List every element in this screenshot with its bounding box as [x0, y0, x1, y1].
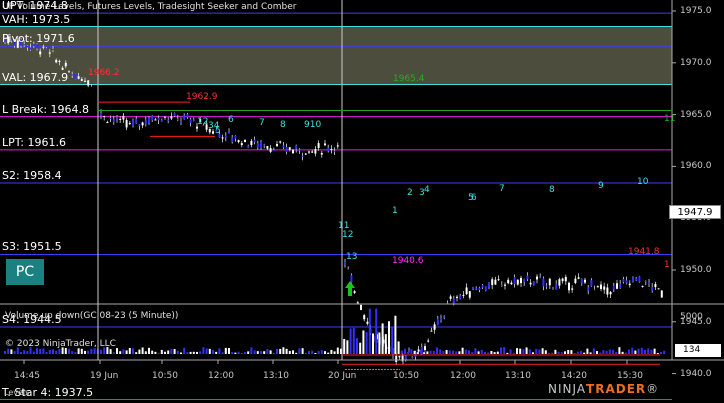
- current-volume-marker: 134: [675, 344, 721, 357]
- time-axis-label-10: 15:30: [617, 371, 643, 381]
- time-axis-label-6: 10:50: [393, 371, 419, 381]
- price-axis-label-0: 1975.0: [680, 6, 712, 16]
- count-day2-3: 1: [392, 206, 398, 216]
- count-day2-10: 8: [549, 185, 555, 195]
- time-axis-label-4: 13:10: [263, 371, 289, 381]
- level-label-2: Pivot: 1971.6: [2, 32, 75, 46]
- volume-axis-label: 5000: [680, 312, 703, 322]
- time-axis-label-1: 19 Jun: [90, 371, 119, 381]
- count-day1-2: 5: [215, 126, 221, 136]
- count-day2-4: 2: [407, 188, 413, 198]
- level-label-4: L Break: 1964.8: [2, 102, 90, 116]
- time-axis-label-3: 12:00: [208, 371, 234, 381]
- level-label-6: S2: 1958.4: [2, 168, 62, 182]
- annotation-green-1: 1965.4: [393, 74, 425, 84]
- count-day2-11: 9: [598, 181, 604, 191]
- count-day1-5: 8: [280, 120, 286, 130]
- level-label-1: VAH: 1973.5: [2, 12, 71, 26]
- volume-title: Volume up down(GC 08-23 (5 Minute)): [5, 311, 179, 321]
- time-axis-label-5: 20 Jun: [328, 371, 357, 381]
- annotation-magenta-1: 1940.6: [392, 256, 424, 266]
- time-axis-label-0: 14:45: [14, 371, 40, 381]
- count-day1-4: 7: [259, 118, 265, 128]
- annotation-red-2: 1962.9: [186, 92, 218, 102]
- time-axis-label-2: 10:50: [152, 371, 178, 381]
- annotation-red-3: 1941.8: [628, 247, 660, 257]
- price-axis-label-5: 1950.0: [680, 265, 712, 275]
- price-axis-label-3: 1960.0: [680, 161, 712, 172]
- level-label-5: LPT: 1961.6: [2, 135, 66, 149]
- up-arrow-icon: [345, 281, 355, 296]
- level-label-3: VAL: 1967.9: [2, 70, 69, 84]
- count-day2-1: 12: [342, 230, 354, 240]
- copyright: © 2023 NinjaTrader, LLC: [5, 339, 116, 349]
- price-axis-label-2: 1965.0: [680, 109, 712, 120]
- current-price-marker: 1947.9: [669, 205, 721, 219]
- annotation-red-1: 1966.2: [88, 68, 120, 78]
- count-day1-0: 12: [197, 117, 209, 127]
- count-day2-8: 6: [471, 193, 477, 203]
- time-axis-label-8: 13:10: [505, 371, 531, 381]
- time-axis-label-7: 12:00: [450, 371, 476, 381]
- count-day2-6: 4: [424, 185, 430, 195]
- time-axis-label-9: 14:20: [561, 371, 587, 381]
- count-day2-12: 10: [637, 177, 649, 187]
- count-day1-6: 910: [304, 120, 322, 130]
- level-label-0: UPT: 1974.8: [2, 0, 68, 13]
- price-axis-label-7: 1940.0: [680, 368, 712, 379]
- level-label-7: S3: 1951.5: [2, 240, 62, 254]
- pc-button[interactable]: PC: [6, 259, 44, 285]
- count-day2-9: 7: [499, 184, 505, 194]
- ninjatrader-logo: NINJATRADER®: [548, 382, 660, 396]
- annotation-right-red: 1: [664, 260, 670, 270]
- count-day1-3: 6: [228, 115, 234, 125]
- price-axis-label-1: 1970.0: [680, 57, 712, 68]
- annotation-right-green: 11: [664, 114, 676, 124]
- footer-tab-levels[interactable]: Levels: [4, 388, 29, 397]
- count-day2-2: 13: [346, 252, 358, 262]
